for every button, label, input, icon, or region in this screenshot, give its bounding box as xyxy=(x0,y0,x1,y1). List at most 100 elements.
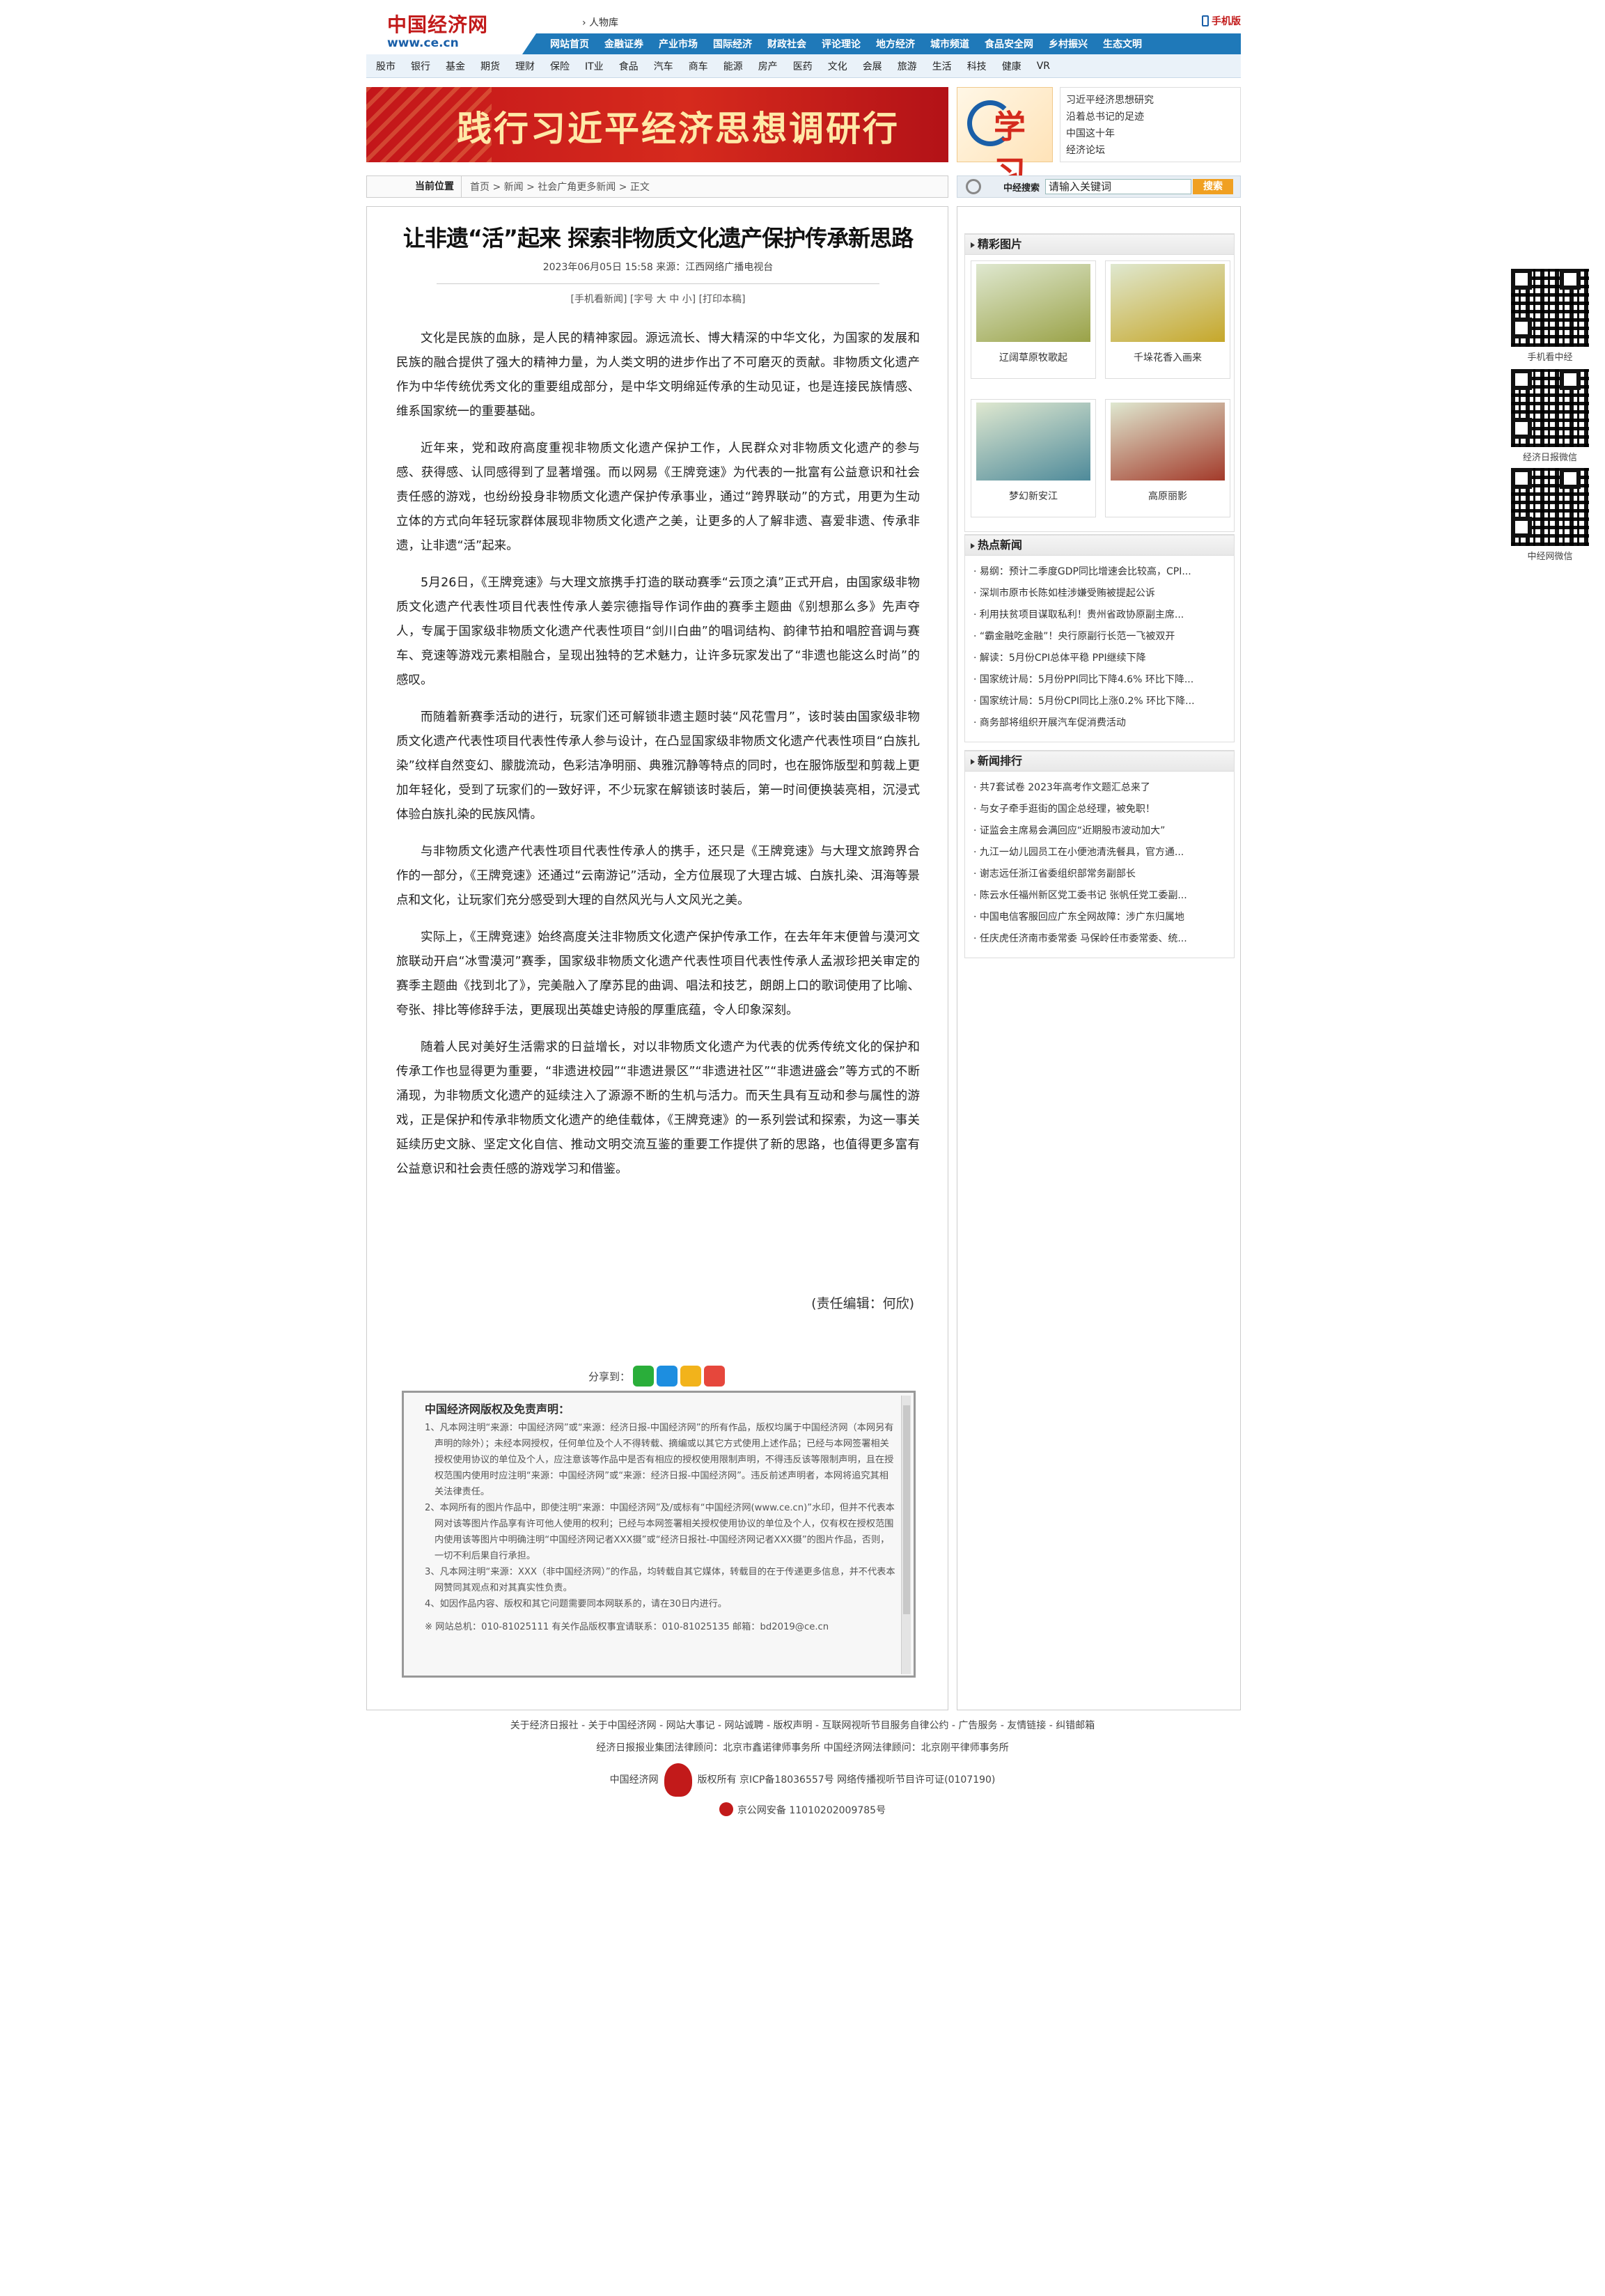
nav-item[interactable]: 评论理论 xyxy=(822,37,861,51)
subnav-item[interactable]: 房产 xyxy=(758,59,778,73)
nav-item[interactable]: 乡村振兴 xyxy=(1049,37,1088,51)
rank-news-item[interactable]: · 证监会主席易会满回应“近期股市波动加大” xyxy=(973,820,1230,842)
hot-news-item[interactable]: · 商务部将组织开展汽车促消费活动 xyxy=(973,712,1230,734)
breadcrumb-path[interactable]: 首页 > 新闻 > 社会广角更多新闻 > 正文 xyxy=(462,180,650,194)
rank-news-item[interactable]: · 与女子牵手逛街的国企总经理，被免职！ xyxy=(973,799,1230,820)
hot-news-item[interactable]: · 深圳市原市长陈如桂涉嫌受贿被提起公诉 xyxy=(973,583,1230,604)
mobile-version-link[interactable]: 手机版 xyxy=(1202,14,1241,28)
subnav-item[interactable]: 保险 xyxy=(550,59,570,73)
subnav-item[interactable]: 科技 xyxy=(967,59,987,73)
picture-thumbnail[interactable] xyxy=(1111,264,1225,342)
right-link[interactable]: 经济论坛 xyxy=(1066,142,1240,159)
subnav-item[interactable]: 银行 xyxy=(411,59,430,73)
hot-news-text[interactable]: 深圳市原市长陈如桂涉嫌受贿被提起公诉 xyxy=(980,588,1155,599)
hot-news-text[interactable]: 商务部将组织开展汽车促消费活动 xyxy=(980,717,1126,728)
subnav-item[interactable]: 生活 xyxy=(932,59,952,73)
subnav-item[interactable]: 会展 xyxy=(863,59,882,73)
footer-police-record[interactable]: 京公网安备 11010202009785号 xyxy=(737,1805,886,1816)
divider xyxy=(437,283,879,284)
nav-item[interactable]: 金融证券 xyxy=(604,37,643,51)
picture-card[interactable]: 千垛花香入画来 xyxy=(1105,260,1230,379)
subnav-item[interactable]: 医药 xyxy=(793,59,813,73)
search-button[interactable]: 搜索 xyxy=(1193,179,1234,194)
rank-news-item[interactable]: · 共7套试卷 2023年高考作文题汇总来了 xyxy=(973,777,1230,799)
hot-news-item[interactable]: · “霸金融吃金融”！央行原副行长范一飞被双开 xyxy=(973,626,1230,648)
search-input[interactable]: 请输入关键词 xyxy=(1045,179,1192,194)
xuexi-logo[interactable]: 学习 xyxy=(957,87,1053,192)
subnav-item[interactable]: IT业 xyxy=(585,59,604,73)
rank-news-item[interactable]: · 任庆虎任济南市委常委 马保岭任市委常委、统... xyxy=(973,928,1230,950)
nav-item[interactable]: 产业市场 xyxy=(659,37,698,51)
wechat-share-icon[interactable] xyxy=(633,1366,655,1387)
picture-thumbnail[interactable] xyxy=(976,402,1090,481)
right-link[interactable]: 习近平经济思想研究 xyxy=(1066,92,1240,109)
rank-news-item[interactable]: · 陈云水任福州新区党工委书记 张帆任党工委副... xyxy=(973,885,1230,907)
rank-news-text[interactable]: 与女子牵手逛街的国企总经理，被免职！ xyxy=(980,804,1155,815)
picture-card[interactable]: 梦幻新安江 xyxy=(971,398,1096,517)
rank-news-item[interactable]: · 谢志远任浙江省委组织部常务副部长 xyxy=(973,864,1230,885)
subnav-item[interactable]: 商车 xyxy=(689,59,708,73)
nav-item[interactable]: 网站首页 xyxy=(550,37,589,51)
rank-news-text[interactable]: 九江一幼儿园员工在小便池清洗餐具，官方通... xyxy=(980,847,1184,858)
qr-code-block[interactable]: 中经网微信 xyxy=(1511,468,1589,562)
breadcrumb: 当前位置 首页 > 新闻 > 社会广角更多新闻 > 正文 xyxy=(366,175,948,198)
right-link[interactable]: 中国这十年 xyxy=(1066,125,1240,142)
nav-item[interactable]: 城市频道 xyxy=(930,37,969,51)
rank-news-text[interactable]: 证监会主席易会满回应“近期股市波动加大” xyxy=(980,825,1166,836)
picture-thumbnail[interactable] xyxy=(1111,402,1225,481)
qzone-share-icon[interactable] xyxy=(680,1366,702,1387)
rank-news-text[interactable]: 陈云水任福州新区党工委书记 张帆任党工委副... xyxy=(980,890,1187,901)
hot-news-text[interactable]: 解读：5月份CPI总体平稳 PPI继续下降 xyxy=(980,653,1146,664)
subnav-item[interactable]: 基金 xyxy=(446,59,465,73)
hot-news-text[interactable]: “霸金融吃金融”！央行原副行长范一飞被双开 xyxy=(980,631,1175,642)
subnav-item[interactable]: 股市 xyxy=(376,59,396,73)
picture-card[interactable]: 辽阔草原牧歌起 xyxy=(971,260,1096,379)
article-tools[interactable]: [手机看新闻] [字号 大 中 小] [打印本稿] xyxy=(367,292,949,306)
top-link[interactable]: › 人物库 xyxy=(582,15,618,29)
hot-news-text[interactable]: 利用扶贫项目谋取私利！贵州省政协原副主席... xyxy=(980,609,1184,620)
subnav-item[interactable]: 文化 xyxy=(828,59,847,73)
picture-card[interactable]: 高原丽影 xyxy=(1105,398,1230,517)
hot-news-text[interactable]: 国家统计局：5月份PPI同比下降4.6% 环比下降... xyxy=(980,674,1193,685)
rank-news-text[interactable]: 中国电信客服回应广东全网故障：涉广东归属地 xyxy=(980,912,1184,923)
qr-code-icon xyxy=(1511,369,1589,447)
qr-code-block[interactable]: 经济日报微信 xyxy=(1511,369,1589,463)
hot-news-text[interactable]: 国家统计局：5月份CPI同比上涨0.2% 环比下降... xyxy=(980,696,1195,707)
picture-thumbnail[interactable] xyxy=(976,264,1090,342)
article-editor: (责任编辑：何欣) xyxy=(811,1296,914,1311)
hot-news-item[interactable]: · 利用扶贫项目谋取私利！贵州省政协原副主席... xyxy=(973,604,1230,626)
footer-icp[interactable]: 版权所有 京ICP备18036557号 网络传播视听节目许可证(0107190) xyxy=(698,1774,996,1786)
nav-item[interactable]: 国际经济 xyxy=(713,37,752,51)
site-logo[interactable]: 中国经济网 www.ce.cn xyxy=(387,10,492,50)
nav-item[interactable]: 地方经济 xyxy=(876,37,915,51)
subnav-item[interactable]: 汽车 xyxy=(654,59,673,73)
nav-item[interactable]: 财政社会 xyxy=(767,37,806,51)
subnav-item[interactable]: VR xyxy=(1037,61,1050,72)
rank-news-text[interactable]: 任庆虎任济南市委常委 马保岭任市委常委、统... xyxy=(980,933,1187,944)
rank-news-text[interactable]: 谢志远任浙江省委组织部常务副部长 xyxy=(980,868,1136,880)
hot-news-item[interactable]: · 国家统计局：5月份PPI同比下降4.6% 环比下降... xyxy=(973,669,1230,691)
subnav-item[interactable]: 健康 xyxy=(1002,59,1021,73)
qr-code-block[interactable]: 手机看中经 xyxy=(1511,269,1589,363)
subnav-item[interactable]: 旅游 xyxy=(898,59,917,73)
subnav-item[interactable]: 理财 xyxy=(515,59,535,73)
copyright-item: 2、本网所有的图片作品中，即使注明“来源：中国经济网”及/或标有“中国经济网(w… xyxy=(425,1503,895,1561)
hot-news-text[interactable]: 易纲：预计二季度GDP同比增速会比较高，CPI... xyxy=(980,566,1191,577)
footer-links[interactable]: 关于经济日报社 - 关于中国经济网 - 网站大事记 - 网站诚聘 - 版权声明 … xyxy=(0,1715,1605,1737)
rank-news-item[interactable]: · 九江一幼儿园员工在小便池清洗餐具，官方通... xyxy=(973,842,1230,864)
nav-item[interactable]: 食品安全网 xyxy=(985,37,1033,51)
hot-news-item[interactable]: · 解读：5月份CPI总体平稳 PPI继续下降 xyxy=(973,648,1230,669)
copyright-scrollbar[interactable] xyxy=(901,1396,911,1674)
subnav-item[interactable]: 食品 xyxy=(619,59,639,73)
hot-news-item[interactable]: · 易纲：预计二季度GDP同比增速会比较高，CPI... xyxy=(973,561,1230,583)
weibo-share-icon[interactable] xyxy=(704,1366,726,1387)
rank-news-text[interactable]: 共7套试卷 2023年高考作文题汇总来了 xyxy=(980,782,1150,793)
banner-ad[interactable]: 践行习近平经济思想调研行 xyxy=(366,87,948,162)
subnav-item[interactable]: 能源 xyxy=(723,59,743,73)
hot-news-item[interactable]: · 国家统计局：5月份CPI同比上涨0.2% 环比下降... xyxy=(973,691,1230,712)
qq-share-icon[interactable] xyxy=(657,1366,678,1387)
right-link[interactable]: 沿着总书记的足迹 xyxy=(1066,109,1240,125)
nav-item[interactable]: 生态文明 xyxy=(1103,37,1142,51)
rank-news-item[interactable]: · 中国电信客服回应广东全网故障：涉广东归属地 xyxy=(973,907,1230,928)
subnav-item[interactable]: 期货 xyxy=(480,59,500,73)
